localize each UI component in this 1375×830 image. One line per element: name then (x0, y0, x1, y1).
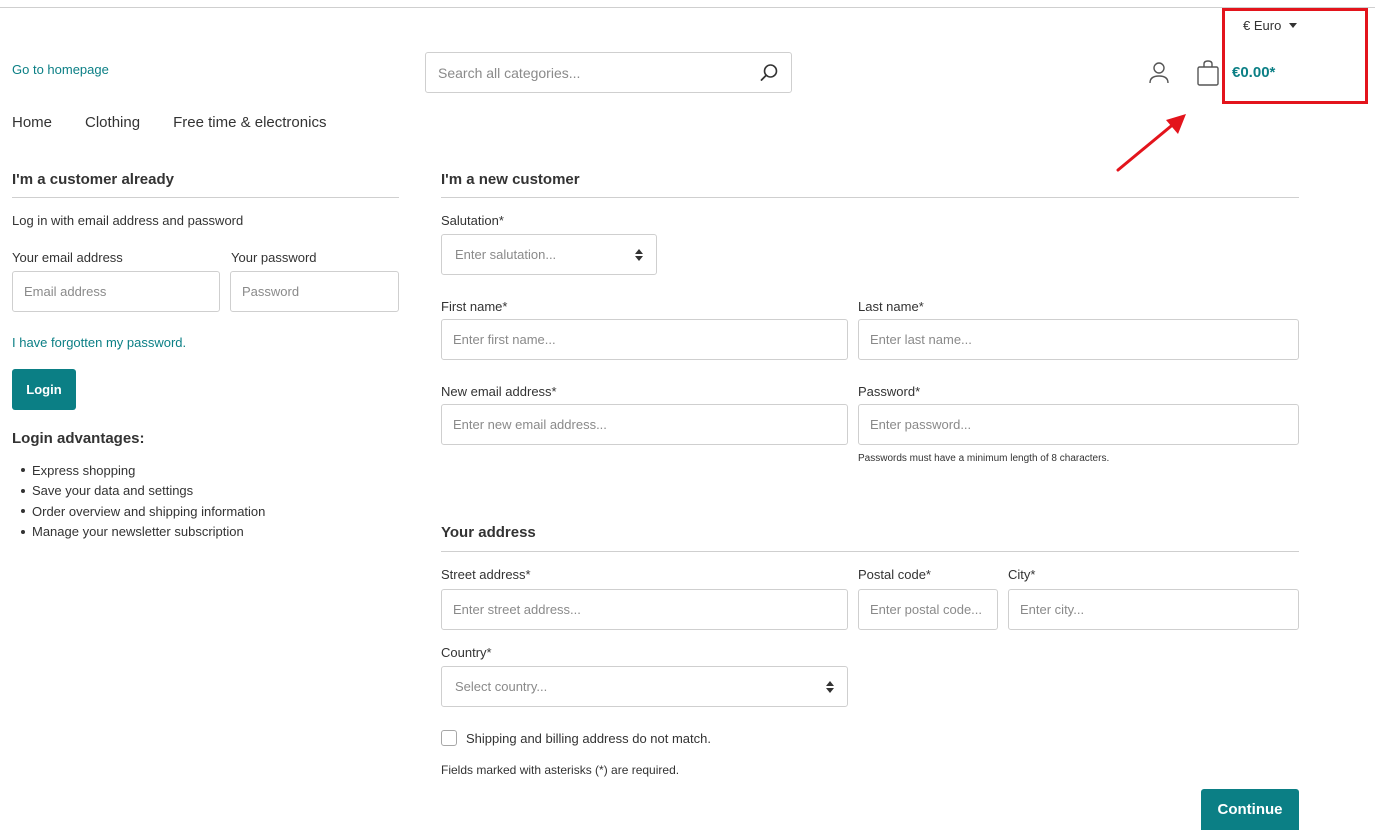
country-label: Country* (441, 645, 492, 660)
last-name-label: Last name* (858, 299, 924, 314)
different-billing-label[interactable]: Shipping and billing address do not matc… (466, 731, 711, 746)
new-password-input[interactable] (870, 417, 1287, 432)
new-email-input[interactable] (453, 417, 836, 432)
street-label: Street address* (441, 567, 531, 582)
postal-code-label: Postal code* (858, 567, 931, 582)
login-button[interactable]: Login (12, 369, 76, 410)
forgot-password-link[interactable]: I have forgotten my password. (12, 335, 186, 350)
login-advantages-list: Express shopping Save your data and sett… (21, 460, 265, 542)
password-hint: Passwords must have a minimum length of … (858, 453, 1110, 464)
login-password-field[interactable] (230, 271, 399, 312)
country-select[interactable]: Select country... (441, 666, 848, 707)
login-password-input[interactable] (242, 284, 387, 299)
required-fields-note: Fields marked with asterisks (*) are req… (441, 763, 680, 777)
last-name-field[interactable] (858, 319, 1299, 360)
register-title: I'm a new customer (441, 171, 580, 188)
register-divider (441, 197, 1299, 198)
list-item: Save your data and settings (21, 481, 265, 502)
main-navigation: Home Clothing Free time & electronics (12, 114, 326, 131)
login-password-label: Your password (231, 250, 317, 265)
continue-button[interactable]: Continue (1201, 789, 1299, 830)
salutation-value: Enter salutation... (455, 247, 557, 262)
select-arrows-icon (635, 248, 643, 261)
search-bar[interactable] (425, 52, 792, 93)
first-name-field[interactable] (441, 319, 848, 360)
arrow-icon (1116, 114, 1186, 172)
login-email-label: Your email address (12, 250, 123, 265)
salutation-select[interactable]: Enter salutation... (441, 234, 657, 275)
different-billing-checkbox[interactable] (441, 730, 457, 746)
country-value: Select country... (455, 679, 548, 694)
first-name-input[interactable] (453, 332, 836, 347)
nav-item-clothing[interactable]: Clothing (85, 114, 140, 131)
select-arrows-icon (826, 680, 834, 693)
homepage-link[interactable]: Go to homepage (12, 62, 109, 77)
address-title: Your address (441, 524, 536, 541)
login-email-field[interactable] (12, 271, 220, 312)
street-field[interactable] (441, 589, 848, 630)
nav-item-home[interactable]: Home (12, 114, 52, 131)
login-divider (12, 197, 399, 198)
new-password-label: Password* (858, 384, 921, 399)
login-title: I'm a customer already (12, 171, 174, 188)
city-label: City* (1008, 567, 1036, 582)
new-password-field[interactable] (858, 404, 1299, 445)
address-divider (441, 551, 1299, 552)
top-divider (0, 7, 1375, 8)
different-billing-option[interactable]: Shipping and billing address do not matc… (441, 730, 711, 746)
last-name-input[interactable] (870, 332, 1287, 347)
highlight-box (1222, 8, 1368, 104)
city-field[interactable] (1008, 589, 1299, 630)
search-icon[interactable] (759, 63, 779, 83)
login-advantages-title: Login advantages: (12, 430, 145, 447)
account-icon[interactable] (1148, 61, 1170, 85)
list-item: Order overview and shipping information (21, 501, 265, 522)
postal-code-field[interactable] (858, 589, 998, 630)
list-item: Express shopping (21, 460, 265, 481)
login-email-input[interactable] (24, 284, 208, 299)
search-input[interactable] (438, 64, 759, 81)
list-item: Manage your newsletter subscription (21, 522, 265, 543)
new-email-label: New email address* (441, 384, 557, 399)
postal-code-input[interactable] (870, 602, 986, 617)
login-intro: Log in with email address and password (12, 213, 244, 228)
street-input[interactable] (453, 602, 836, 617)
new-email-field[interactable] (441, 404, 848, 445)
first-name-label: First name* (441, 299, 508, 314)
cart-icon[interactable] (1195, 60, 1221, 86)
salutation-label: Salutation* (441, 213, 504, 228)
city-input[interactable] (1020, 602, 1287, 617)
nav-item-free-time-electronics[interactable]: Free time & electronics (173, 114, 326, 131)
